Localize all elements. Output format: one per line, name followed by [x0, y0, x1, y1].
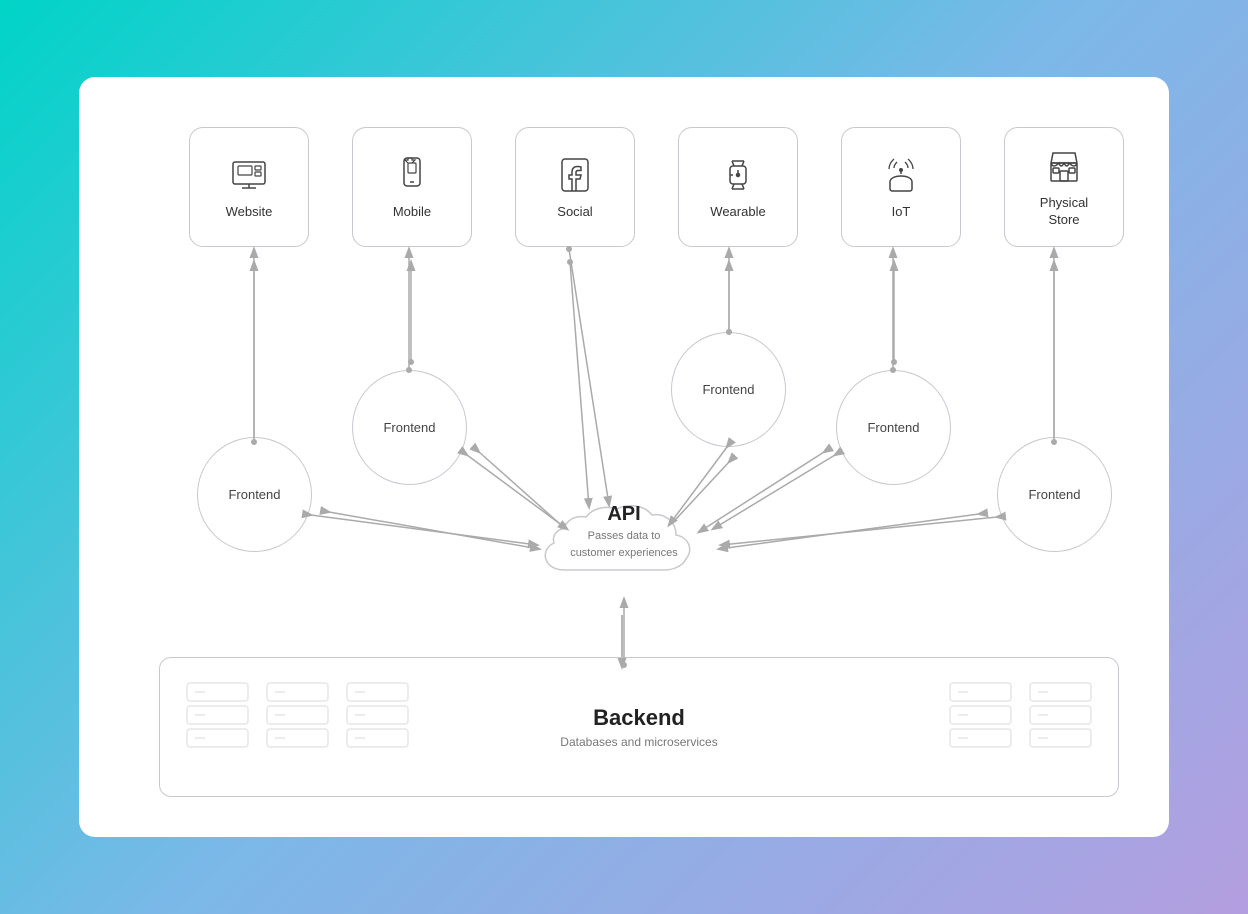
- frontend-circle-5: Frontend: [997, 437, 1112, 552]
- channel-wearable-label: Wearable: [710, 204, 765, 221]
- frontend-circle-3: Frontend: [671, 332, 786, 447]
- channel-mobile-label: Mobile: [393, 204, 431, 221]
- frontend-circle-1: Frontend: [197, 437, 312, 552]
- backend-subtitle: Databases and microservices: [560, 735, 717, 749]
- frontend-label-4: Frontend: [867, 420, 919, 435]
- frontend-label-5: Frontend: [1028, 487, 1080, 502]
- api-title: API: [524, 503, 724, 526]
- store-icon: [1043, 145, 1085, 187]
- db-icon-5: [1028, 678, 1093, 773]
- backend-text: Backend Databases and microservices: [560, 705, 717, 749]
- api-subtitle: Passes data tocustomer experiences: [524, 528, 724, 561]
- channel-social-label: Social: [557, 204, 592, 221]
- api-text: API Passes data tocustomer experiences: [524, 503, 724, 561]
- mobile-icon: [391, 154, 433, 196]
- db-icon-2: [265, 678, 330, 773]
- channel-physical-label: PhysicalStore: [1040, 195, 1088, 229]
- channel-wearable: Wearable: [678, 127, 798, 247]
- db-icon-4: [948, 678, 1013, 773]
- monitor-icon: [228, 154, 270, 196]
- db-icon-3: [345, 678, 410, 773]
- iot-icon: [880, 154, 922, 196]
- frontend-label-2: Frontend: [383, 420, 435, 435]
- backend-title: Backend: [560, 705, 717, 731]
- frontend-label-1: Frontend: [228, 487, 280, 502]
- channel-social: Social: [515, 127, 635, 247]
- channel-website-label: Website: [226, 204, 273, 221]
- channel-mobile: Mobile: [352, 127, 472, 247]
- channel-website: Website: [189, 127, 309, 247]
- frontend-circle-2: Frontend: [352, 370, 467, 485]
- channel-physical: PhysicalStore: [1004, 127, 1124, 247]
- channel-iot: IoT: [841, 127, 961, 247]
- watch-icon: [717, 154, 759, 196]
- diagram-card: Website Mobile Social: [79, 77, 1169, 837]
- frontend-circle-4: Frontend: [836, 370, 951, 485]
- backend-box: Backend Databases and microservices: [159, 657, 1119, 797]
- api-cloud: API Passes data tocustomer experiences: [524, 485, 724, 600]
- channel-iot-label: IoT: [892, 204, 911, 221]
- frontend-label-3: Frontend: [702, 382, 754, 397]
- facebook-icon: [554, 154, 596, 196]
- db-icon-1: [185, 678, 250, 773]
